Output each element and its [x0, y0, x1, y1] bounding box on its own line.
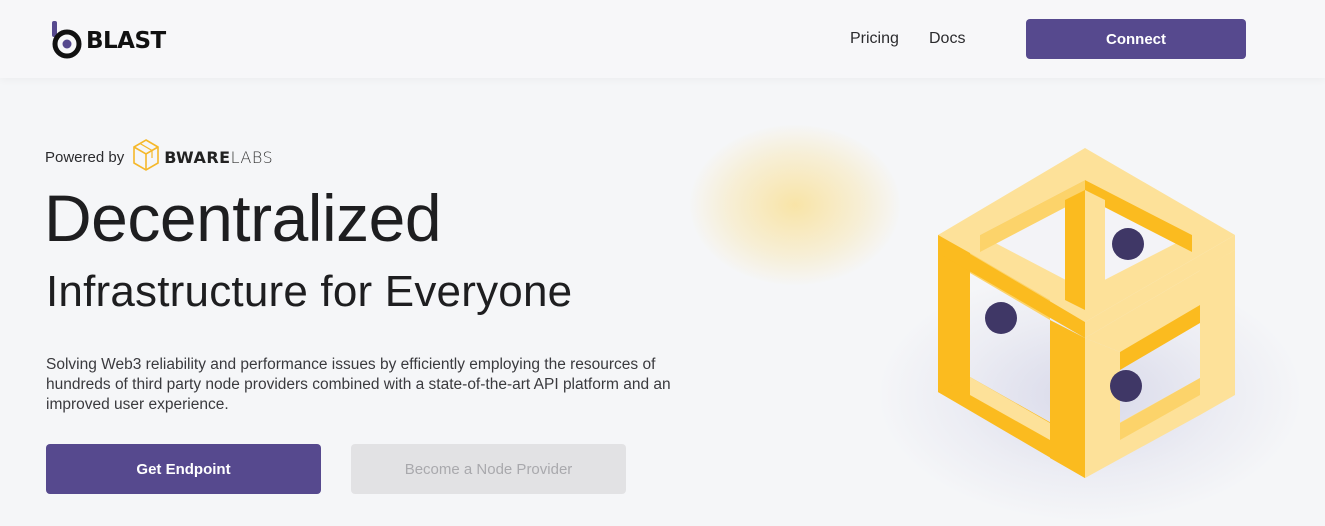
bwarelabs-link[interactable]: BWARELABS: [132, 138, 273, 177]
blast-logo[interactable]: BLAST: [50, 18, 166, 60]
bwarelabs-cube-icon: [132, 138, 160, 177]
get-endpoint-button[interactable]: Get Endpoint: [46, 444, 321, 494]
become-node-provider-button[interactable]: Become a Node Provider: [351, 444, 626, 494]
nav-docs-link[interactable]: Docs: [929, 30, 965, 48]
brand-name: BLAST: [86, 28, 166, 54]
hero-title: Decentralized: [44, 181, 442, 255]
top-navbar: BLAST Pricing Docs Connect: [0, 0, 1325, 78]
bwarelabs-wordmark: BWARELABS: [164, 148, 274, 167]
connect-button[interactable]: Connect: [1026, 19, 1246, 59]
blast-logo-icon: [50, 19, 84, 59]
hero-subtitle: Infrastructure for Everyone: [46, 267, 573, 316]
hero-description: Solving Web3 reliability and performance…: [46, 356, 671, 413]
hero-cube-illustration: [930, 140, 1240, 495]
powered-by-row: Powered by BWARELABS: [45, 138, 273, 177]
powered-by-label: Powered by: [45, 149, 125, 166]
nav-pricing-link[interactable]: Pricing: [850, 30, 899, 48]
decorative-glow: [690, 125, 900, 285]
